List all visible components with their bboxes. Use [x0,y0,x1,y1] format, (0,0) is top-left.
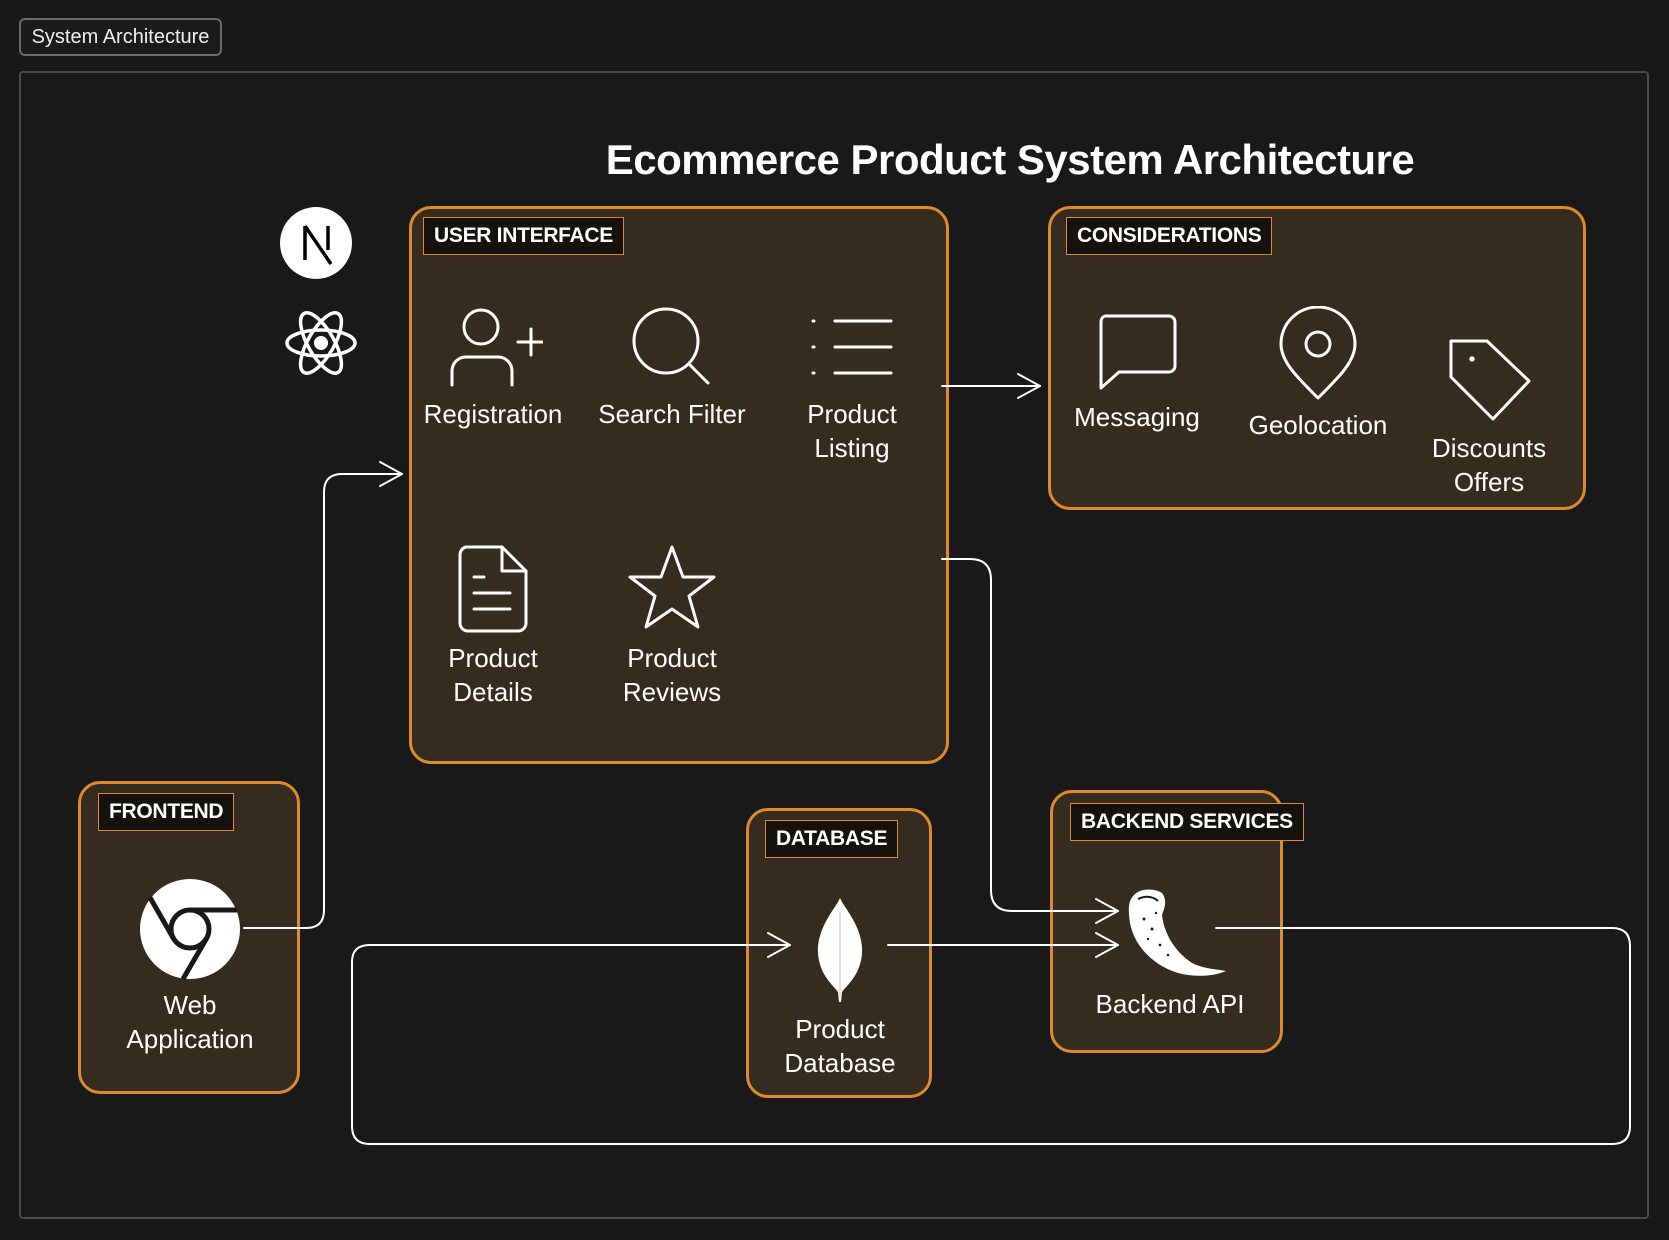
edge-web-app-to-ui [243,473,403,929]
connectors-layer [243,373,1631,1145]
edge-ui-to-backend [941,558,1119,912]
edge-backend-to-database [351,927,1631,1145]
